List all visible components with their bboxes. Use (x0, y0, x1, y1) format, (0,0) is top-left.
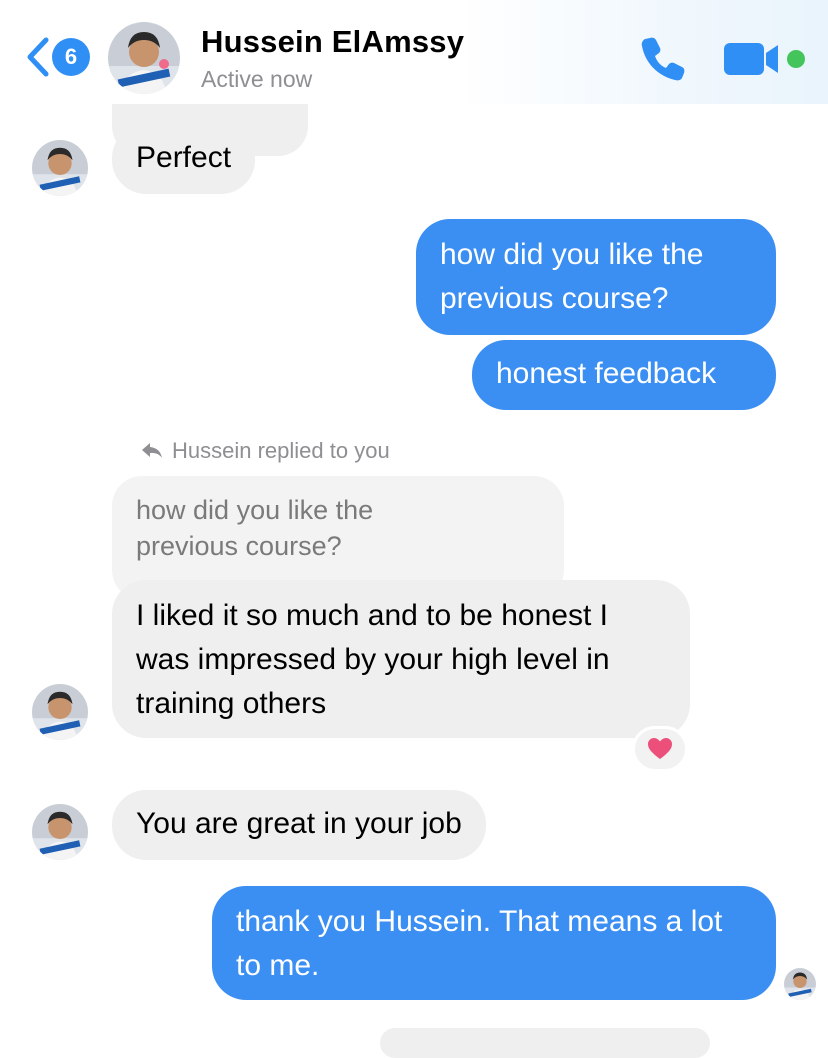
conversation-header: 6 Hussein ElAmssy Active now (0, 0, 828, 104)
active-status: Active now (201, 66, 313, 92)
message-bubble-incoming[interactable]: I liked it so much and to be honest I wa… (112, 580, 690, 738)
message-bubble-incoming[interactable]: You are great in your job (112, 790, 486, 860)
sender-avatar[interactable] (32, 804, 88, 860)
reply-indicator: Hussein replied to you (140, 438, 390, 464)
sender-avatar[interactable] (32, 684, 88, 740)
reaction-badge[interactable] (632, 726, 688, 772)
reply-label-text: Hussein replied to you (172, 438, 390, 463)
phone-icon[interactable] (636, 32, 690, 86)
message-bubble-outgoing[interactable]: how did you like the previous course? (416, 219, 776, 335)
back-button[interactable]: 6 (22, 34, 94, 80)
heart-icon (648, 738, 672, 759)
quoted-text: how did you like the previous course? (136, 495, 374, 561)
contact-avatar[interactable] (108, 22, 180, 94)
sender-avatar[interactable] (32, 140, 88, 196)
message-text: honest feedback (496, 357, 717, 390)
message-text: how did you like the previous course? (440, 238, 704, 315)
message-text: thank you Hussein. That means a lot to m… (236, 905, 723, 982)
message-bubble-outgoing[interactable]: thank you Hussein. That means a lot to m… (212, 886, 776, 1000)
message-text: I liked it so much and to be honest I wa… (136, 599, 610, 720)
reply-arrow-icon (142, 443, 162, 458)
unread-count-badge: 6 (52, 38, 90, 76)
message-bubble-outgoing[interactable]: honest feedback (472, 340, 776, 410)
online-indicator (787, 50, 805, 68)
next-message-bubble (380, 1028, 710, 1058)
chevron-left-icon (27, 37, 49, 77)
video-camera-icon[interactable] (722, 39, 784, 79)
seen-receipt-avatar (784, 968, 816, 1000)
message-text: Perfect (136, 141, 232, 174)
message-bubble-incoming[interactable]: Perfect (112, 124, 256, 194)
message-text: You are great in your job (136, 807, 462, 840)
contact-name[interactable]: Hussein ElAmssy (201, 24, 464, 60)
